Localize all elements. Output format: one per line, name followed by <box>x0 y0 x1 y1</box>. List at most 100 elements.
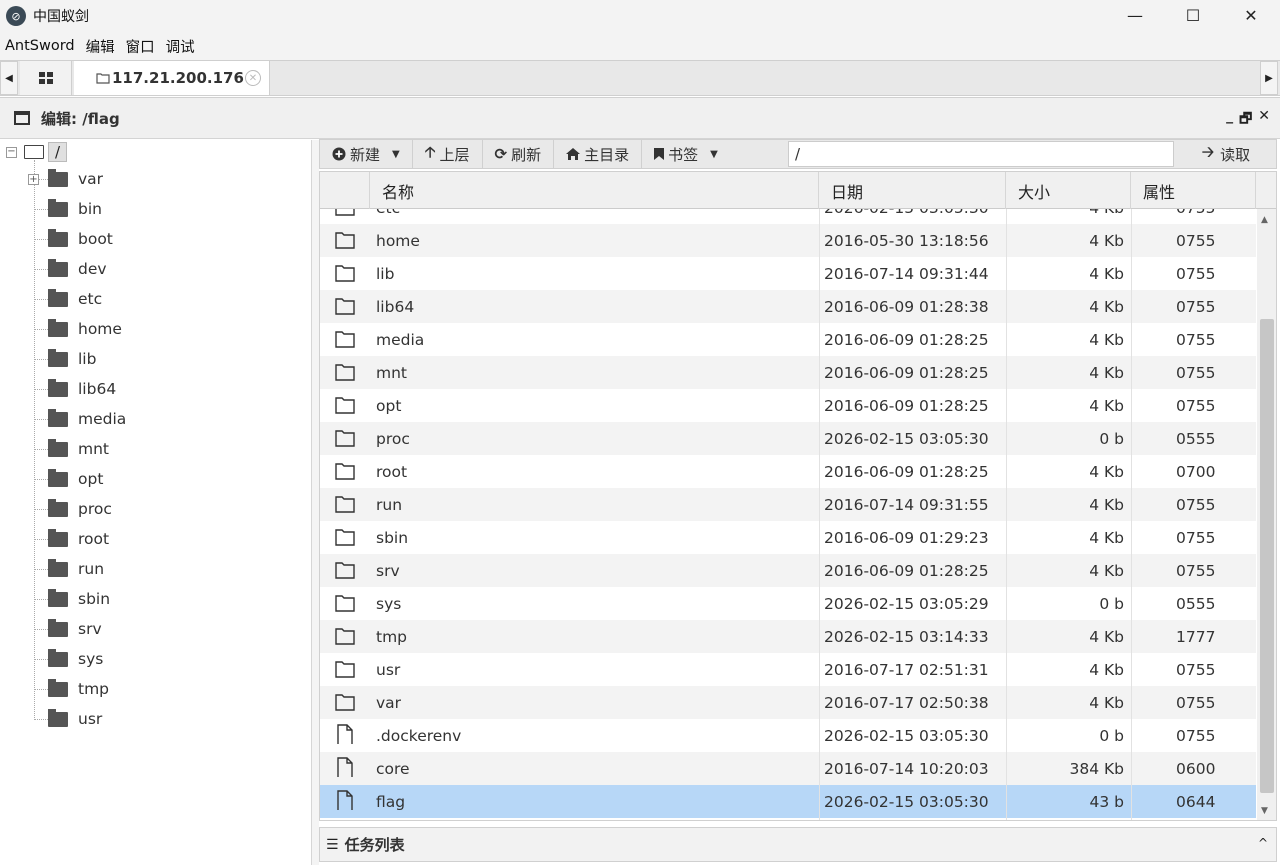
menu-debug[interactable]: 调试 <box>161 36 201 57</box>
file-row[interactable]: etc 2026-02-15 03:05:30 4 Kb 0755 <box>320 209 1256 224</box>
tree-item-opt[interactable]: opt <box>34 464 103 494</box>
file-row[interactable]: .dockerenv 2026-02-15 03:05:30 0 b 0755 <box>320 719 1256 752</box>
tree-item-tmp[interactable]: tmp <box>34 674 109 704</box>
new-button[interactable]: 新建 ▼ <box>320 140 413 168</box>
file-row[interactable]: opt 2016-06-09 01:28:25 4 Kb 0755 <box>320 389 1256 422</box>
tree-item-var[interactable]: + var <box>28 164 103 194</box>
menu-window[interactable]: 窗口 <box>121 36 161 57</box>
file-row[interactable]: mnt 2016-06-09 01:28:25 4 Kb 0755 <box>320 356 1256 389</box>
tree-item-usr[interactable]: usr <box>34 704 102 734</box>
file-row[interactable]: usr 2016-07-17 02:51:31 4 Kb 0755 <box>320 653 1256 686</box>
file-row[interactable]: run 2016-07-14 09:31:55 4 Kb 0755 <box>320 488 1256 521</box>
file-date: 2026-02-15 03:05:30 <box>824 429 989 448</box>
tree-item-media[interactable]: media <box>34 404 126 434</box>
header-size[interactable]: 大小 <box>1006 172 1131 209</box>
app-logo-icon: ⊘ <box>6 6 26 26</box>
read-button[interactable]: 🡢 读取 <box>1176 140 1276 168</box>
file-name: .dockerenv <box>376 726 462 745</box>
tree-item-proc[interactable]: proc <box>34 494 112 524</box>
minimize-button[interactable]: — <box>1106 0 1164 30</box>
caret-down-icon: ▼ <box>710 148 718 160</box>
tree-item-bin[interactable]: bin <box>34 194 102 224</box>
subwindow-restore-button[interactable]: 🗗 <box>1239 108 1252 132</box>
expand-icon[interactable]: + <box>28 173 39 185</box>
header-name[interactable]: 名称 <box>370 172 819 209</box>
tree-connector <box>34 238 48 240</box>
file-row[interactable]: sys 2026-02-15 03:05:29 0 b 0555 <box>320 587 1256 620</box>
tree-item-lib64[interactable]: lib64 <box>34 374 116 404</box>
subwindow-close-button[interactable]: ✕ <box>1258 108 1270 132</box>
file-row[interactable]: home 2016-05-30 13:18:56 4 Kb 0755 <box>320 224 1256 257</box>
file-row[interactable]: lib 2016-07-14 09:31:44 4 Kb 0755 <box>320 257 1256 290</box>
file-attr: 0600 <box>1176 759 1216 778</box>
arrow-right-icon: 🡢 <box>1201 142 1215 161</box>
up-button[interactable]: 🡡 上层 <box>413 140 483 168</box>
tree-item-lib[interactable]: lib <box>34 344 96 374</box>
folder-outline-icon <box>335 529 355 546</box>
tab-scroll-left-button[interactable]: ◀ <box>0 61 18 95</box>
scroll-thumb[interactable] <box>1260 319 1274 793</box>
tree-item-boot[interactable]: boot <box>34 224 113 254</box>
subwindow-header: 编辑: /flag _ 🗗 ✕ <box>0 98 1280 139</box>
tree-item-sbin[interactable]: sbin <box>34 584 110 614</box>
header-date[interactable]: 日期 <box>819 172 1006 209</box>
tree-item-root[interactable]: root <box>34 524 109 554</box>
tree-item-run[interactable]: run <box>34 554 104 584</box>
file-row[interactable]: var 2016-07-17 02:50:38 4 Kb 0755 <box>320 686 1256 719</box>
grid-scrollbar[interactable]: ▲ ▼ <box>1257 209 1276 820</box>
file-row[interactable]: flag 2026-02-15 03:05:30 43 b 0644 <box>320 785 1256 818</box>
file-date: 2016-07-17 02:50:38 <box>824 693 989 712</box>
tab-shell-session[interactable]: 117.21.200.176 ✕ <box>74 61 270 95</box>
menu-edit[interactable]: 编辑 <box>81 36 121 57</box>
tab-close-icon[interactable]: ✕ <box>245 70 261 86</box>
subwindow-minimize-button[interactable]: _ <box>1226 108 1233 132</box>
folder-icon <box>48 528 68 547</box>
tree-item-home[interactable]: home <box>34 314 122 344</box>
pane-splitter[interactable] <box>312 140 319 865</box>
home-dir-button[interactable]: 主目录 <box>554 140 643 168</box>
tree-item-label: root <box>78 530 110 548</box>
file-name: opt <box>376 396 402 415</box>
file-row[interactable]: lib64 2016-06-09 01:28:38 4 Kb 0755 <box>320 290 1256 323</box>
file-row[interactable]: core 2016-07-14 10:20:03 384 Kb 0600 <box>320 752 1256 785</box>
grid-body: etc 2026-02-15 03:05:30 4 Kb 0755 home 2016-0… <box>320 209 1256 820</box>
tab-scroll-right-button[interactable]: ▶ <box>1260 61 1278 95</box>
file-row[interactable]: media 2016-06-09 01:28:25 4 Kb 0755 <box>320 323 1256 356</box>
file-size: 4 Kb <box>1089 297 1124 316</box>
file-attr: 0555 <box>1176 594 1216 613</box>
expand-caret-icon[interactable]: ^ <box>1258 836 1268 850</box>
tree-root[interactable]: − / <box>6 142 68 162</box>
tree-item-label: etc <box>78 290 103 308</box>
tree-item-label: media <box>78 410 127 428</box>
collapse-icon[interactable]: − <box>6 146 17 158</box>
file-date: 2016-06-09 01:28:25 <box>824 396 989 415</box>
scroll-up-arrow-icon[interactable]: ▲ <box>1261 215 1268 225</box>
file-row[interactable]: srv 2016-06-09 01:28:25 4 Kb 0755 <box>320 554 1256 587</box>
grid-icon <box>38 72 53 84</box>
header-attr[interactable]: 属性 <box>1131 172 1256 209</box>
tree-item-srv[interactable]: srv <box>34 614 102 644</box>
scroll-down-arrow-icon[interactable]: ▼ <box>1261 806 1268 816</box>
maximize-button[interactable]: ☐ <box>1164 0 1222 30</box>
close-button[interactable]: ✕ <box>1222 0 1280 30</box>
tree-item-sys[interactable]: sys <box>34 644 103 674</box>
file-row[interactable]: sbin 2016-06-09 01:29:23 4 Kb 0755 <box>320 521 1256 554</box>
bookmark-button[interactable]: 书签 ▼ <box>642 140 730 168</box>
path-input[interactable] <box>788 141 1174 167</box>
task-list-panel[interactable]: ☰ 任务列表 ^ <box>319 827 1277 862</box>
file-row[interactable]: proc 2026-02-15 03:05:30 0 b 0555 <box>320 422 1256 455</box>
tree-item-dev[interactable]: dev <box>34 254 107 284</box>
file-row[interactable]: tmp 2026-02-15 03:14:33 4 Kb 1777 <box>320 620 1256 653</box>
file-size: 4 Kb <box>1089 231 1124 250</box>
tree-item-mnt[interactable]: mnt <box>34 434 109 464</box>
folder-icon <box>48 468 68 487</box>
file-name: etc <box>376 209 400 217</box>
column-divider <box>819 209 820 820</box>
file-row[interactable]: root 2016-06-09 01:28:25 4 Kb 0700 <box>320 455 1256 488</box>
file-name: usr <box>376 660 401 679</box>
header-icon-column <box>320 172 370 209</box>
tree-item-etc[interactable]: etc <box>34 284 102 314</box>
tab-home[interactable] <box>20 61 72 95</box>
refresh-button[interactable]: ⟳ 刷新 <box>483 140 555 168</box>
menu-antsword[interactable]: AntSword <box>0 38 81 54</box>
